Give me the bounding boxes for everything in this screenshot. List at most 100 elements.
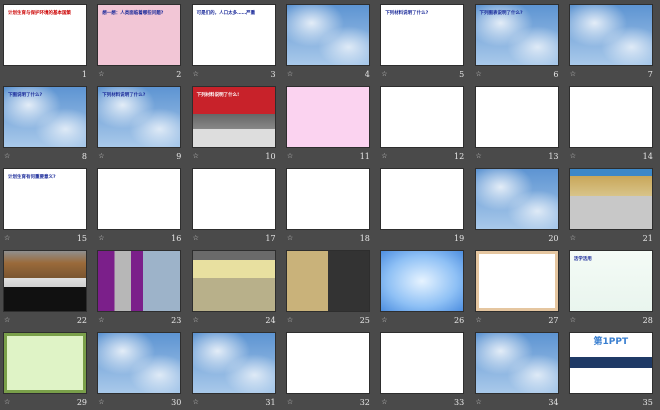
slide-transition-icon[interactable]: ☆ (193, 234, 199, 242)
slide-thumbnail[interactable] (285, 86, 370, 148)
slide-thumbnail-item[interactable]: 下列材料说明了什么? ☆ 9 (97, 86, 183, 164)
slide-transition-icon[interactable]: ☆ (98, 234, 104, 242)
slide-thumbnail-item[interactable]: ☆ 30 (97, 332, 183, 410)
slide-thumbnail[interactable] (568, 168, 653, 230)
slide-thumbnail-item[interactable]: ☆ 11 (285, 86, 372, 164)
slide-transition-icon[interactable]: ☆ (381, 152, 387, 160)
slide-thumbnail-item[interactable]: ☆ 29 (3, 332, 89, 410)
slide-thumbnail[interactable]: 下列图表说明了什么? (474, 4, 559, 66)
slide-thumbnail[interactable]: 可是们的，人口太多……严重 (191, 4, 276, 66)
slide-thumbnail[interactable] (380, 168, 465, 230)
slide-transition-icon[interactable]: ☆ (570, 234, 576, 242)
slide-transition-icon[interactable]: ☆ (98, 152, 104, 160)
slide-thumbnail-item[interactable]: ☆ 14 (568, 86, 655, 164)
slide-transition-icon[interactable]: ☆ (4, 398, 10, 406)
slide-thumbnail[interactable] (97, 168, 182, 230)
slide-thumbnail-item[interactable]: ☆ 22 (3, 250, 89, 328)
slide-thumbnail-item[interactable]: ☆ 4 (285, 4, 372, 82)
slide-thumbnail[interactable] (285, 332, 370, 394)
slide-thumbnail[interactable] (3, 332, 87, 394)
slide-transition-icon[interactable]: ☆ (193, 398, 199, 406)
slide-thumbnail[interactable]: 想一想：人类面临着哪些问题? (97, 4, 182, 66)
slide-thumbnail[interactable]: 计划生育有何重要意义? (3, 168, 87, 230)
slide-transition-icon[interactable]: ☆ (193, 70, 199, 78)
slide-transition-icon[interactable]: ☆ (98, 70, 104, 78)
slide-thumbnail[interactable] (3, 250, 87, 312)
slide-thumbnail-item[interactable]: 下列材料说明了什么! ☆ 10 (191, 86, 278, 164)
slide-transition-icon[interactable]: ☆ (4, 316, 10, 324)
slide-thumbnail-item[interactable]: ☆ 23 (97, 250, 183, 328)
slide-thumbnail-item[interactable]: 活学活用 ☆ 28 (568, 250, 655, 328)
slide-thumbnail-item[interactable]: ☆ 16 (97, 168, 183, 246)
slide-transition-icon[interactable]: ☆ (287, 70, 293, 78)
slide-transition-icon[interactable]: ☆ (476, 398, 482, 406)
slide-transition-icon[interactable]: ☆ (287, 316, 293, 324)
slide-thumbnail[interactable]: 下列材料说明了什么? (380, 4, 465, 66)
slide-thumbnail-item[interactable]: 计划生育有何重要意义? ☆ 15 (3, 168, 89, 246)
slide-transition-icon[interactable]: ☆ (193, 316, 199, 324)
slide-thumbnail[interactable] (191, 332, 276, 394)
slide-thumbnail[interactable]: 第1PPT (568, 332, 653, 394)
slide-thumbnail[interactable] (191, 250, 276, 312)
slide-transition-icon[interactable]: ☆ (476, 70, 482, 78)
slide-transition-icon[interactable]: ☆ (287, 152, 293, 160)
slide-thumbnail-item[interactable]: 第1PPT 35 (568, 332, 655, 410)
slide-thumbnail-item[interactable]: ☆ 32 (285, 332, 372, 410)
slide-thumbnail[interactable] (474, 86, 559, 148)
slide-transition-icon[interactable]: ☆ (381, 398, 387, 406)
slide-thumbnail[interactable] (474, 250, 559, 312)
slide-thumbnail-item[interactable]: ☆ 24 (191, 250, 278, 328)
slide-thumbnail-item[interactable]: ☆ 18 (285, 168, 372, 246)
slide-thumbnail[interactable] (380, 332, 465, 394)
slide-transition-icon[interactable]: ☆ (570, 152, 576, 160)
slide-transition-icon[interactable]: ☆ (570, 316, 576, 324)
slide-thumbnail-item[interactable]: ☆ 27 (474, 250, 561, 328)
slide-thumbnail[interactable] (285, 168, 370, 230)
slide-thumbnail[interactable] (380, 250, 465, 312)
slide-transition-icon[interactable]: ☆ (381, 70, 387, 78)
slide-thumbnail[interactable] (285, 4, 370, 66)
slide-transition-icon[interactable]: ☆ (4, 152, 10, 160)
slide-thumbnail[interactable]: 下图说明了什么? (3, 86, 87, 148)
slide-thumbnail-item[interactable]: ☆ 31 (191, 332, 278, 410)
slide-thumbnail-item[interactable]: 19 (380, 168, 466, 246)
slide-thumbnail-item[interactable]: ☆ 13 (474, 86, 561, 164)
slide-transition-icon[interactable]: ☆ (287, 234, 293, 242)
slide-thumbnail-item[interactable]: ☆ 12 (380, 86, 466, 164)
slide-thumbnail[interactable]: 下列材料说明了什么! (191, 86, 276, 148)
slide-thumbnail[interactable] (97, 332, 182, 394)
slide-thumbnail-item[interactable]: ☆ 17 (191, 168, 278, 246)
slide-transition-icon[interactable]: ☆ (476, 316, 482, 324)
slide-thumbnail[interactable] (191, 168, 276, 230)
slide-thumbnail[interactable] (474, 168, 559, 230)
slide-transition-icon[interactable]: ☆ (570, 70, 576, 78)
slide-transition-icon[interactable]: ☆ (287, 398, 293, 406)
slide-transition-icon[interactable]: ☆ (381, 316, 387, 324)
slide-thumbnail[interactable] (568, 86, 653, 148)
slide-thumbnail[interactable]: 下列材料说明了什么? (97, 86, 182, 148)
slide-transition-icon[interactable]: ☆ (98, 398, 104, 406)
slide-thumbnail-item[interactable]: ☆ 21 (568, 168, 655, 246)
slide-thumbnail[interactable]: 活学活用 (568, 250, 653, 312)
slide-thumbnail[interactable] (380, 86, 465, 148)
slide-thumbnail-item[interactable]: ☆ 25 (285, 250, 372, 328)
slide-thumbnail-item[interactable]: 计划生育与保护环境的基本国策 1 (3, 4, 89, 82)
slide-thumbnail[interactable]: 计划生育与保护环境的基本国策 (3, 4, 87, 66)
slide-thumbnail[interactable] (568, 4, 653, 66)
slide-thumbnail-item[interactable]: 下列图表说明了什么? ☆ 6 (474, 4, 561, 82)
slide-thumbnail[interactable] (97, 250, 182, 312)
slide-transition-icon[interactable]: ☆ (193, 152, 199, 160)
slide-transition-icon[interactable]: ☆ (476, 152, 482, 160)
slide-thumbnail-item[interactable]: ☆ 7 (568, 4, 655, 82)
slide-thumbnail-item[interactable]: 可是们的，人口太多……严重 ☆ 3 (191, 4, 278, 82)
slide-transition-icon[interactable]: ☆ (4, 234, 10, 242)
slide-thumbnail-item[interactable]: 下列材料说明了什么? ☆ 5 (380, 4, 466, 82)
slide-thumbnail-item[interactable]: ☆ 26 (380, 250, 466, 328)
slide-thumbnail-item[interactable]: 想一想：人类面临着哪些问题? ☆ 2 (97, 4, 183, 82)
slide-thumbnail-item[interactable]: 20 (474, 168, 561, 246)
slide-thumbnail[interactable] (474, 332, 559, 394)
slide-thumbnail[interactable] (285, 250, 370, 312)
slide-thumbnail-item[interactable]: ☆ 34 (474, 332, 561, 410)
slide-thumbnail-item[interactable]: ☆ 33 (380, 332, 466, 410)
slide-thumbnail-item[interactable]: 下图说明了什么? ☆ 8 (3, 86, 89, 164)
